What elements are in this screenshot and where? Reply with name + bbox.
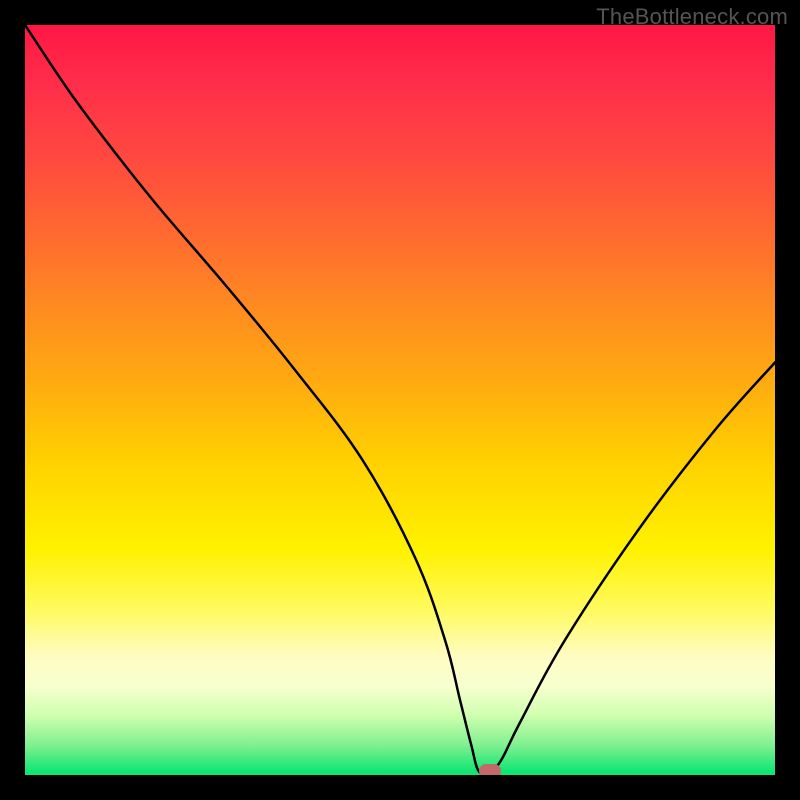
bottleneck-curve [25, 25, 775, 775]
watermark: TheBottleneck.com [596, 4, 788, 30]
plot-area [25, 25, 775, 775]
minimum-marker [479, 764, 501, 775]
